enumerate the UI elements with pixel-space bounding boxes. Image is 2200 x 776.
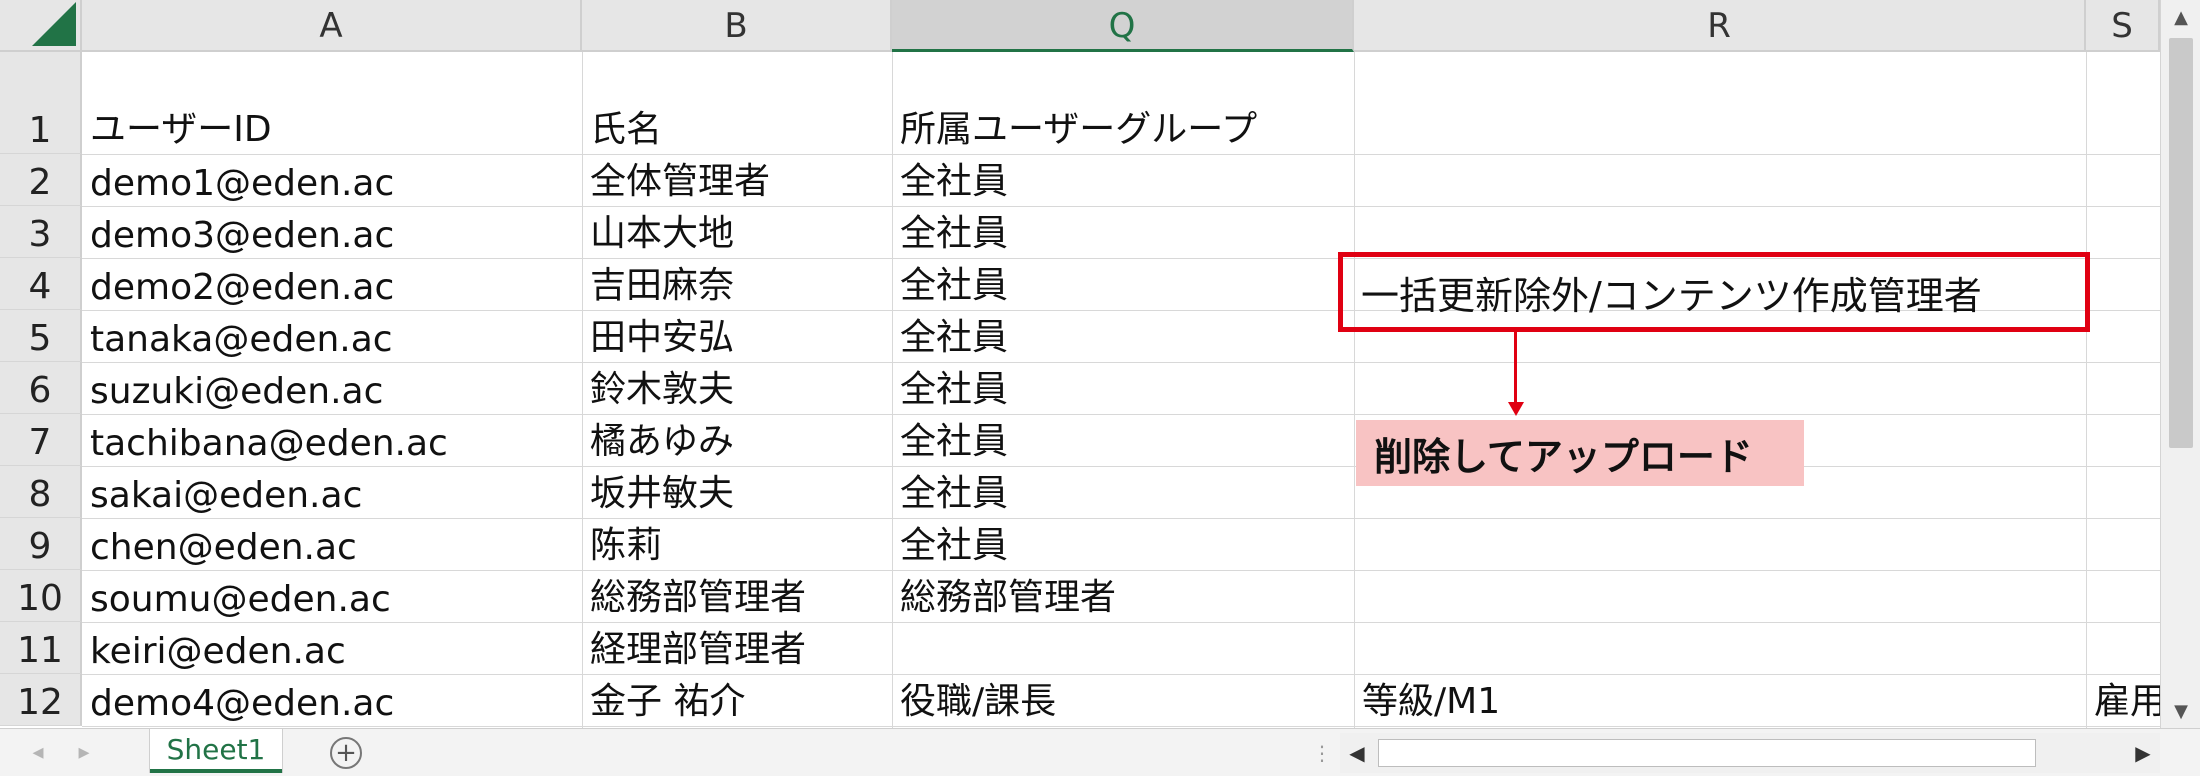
cell-a3[interactable]: demo3@eden.ac xyxy=(84,206,582,258)
row-header-2[interactable]: 2 xyxy=(0,154,82,206)
cell-q12[interactable]: 役職/課長 xyxy=(894,674,1354,726)
vertical-scroll-thumb[interactable] xyxy=(2169,38,2193,448)
previous-sheet-icon[interactable]: ◂ xyxy=(24,737,52,767)
cell-b5[interactable]: 田中安弘 xyxy=(584,310,892,362)
cell-a2[interactable]: demo1@eden.ac xyxy=(84,154,582,206)
cell-b10[interactable]: 総務部管理者 xyxy=(584,570,892,622)
cell-a8[interactable]: sakai@eden.ac xyxy=(84,466,582,518)
cell-s12[interactable]: 雇用 xyxy=(2088,674,2160,726)
horizontal-scrollbar[interactable]: ◀ ▶ xyxy=(1340,733,2160,773)
cell-b6[interactable]: 鈴木敦夫 xyxy=(584,362,892,414)
scroll-right-icon[interactable]: ▶ xyxy=(2126,733,2160,773)
cell-a10[interactable]: soumu@eden.ac xyxy=(84,570,582,622)
cell-q6[interactable]: 全社員 xyxy=(894,362,1354,414)
row-header-12[interactable]: 12 xyxy=(0,674,82,726)
row-header-1[interactable]: 1 xyxy=(0,52,82,154)
column-header-r[interactable]: R xyxy=(1354,0,2086,52)
cell-q10[interactable]: 総務部管理者 xyxy=(894,570,1354,622)
cell-a6[interactable]: suzuki@eden.ac xyxy=(84,362,582,414)
row-header-4[interactable]: 4 xyxy=(0,258,82,310)
cell-q3[interactable]: 全社員 xyxy=(894,206,1354,258)
scroll-up-icon[interactable]: ▲ xyxy=(2161,0,2200,34)
scroll-left-icon[interactable]: ◀ xyxy=(1340,733,1374,773)
tab-split-handle-icon[interactable]: ⋮ xyxy=(1312,741,1332,765)
spreadsheet-grid: A B Q R S 1 2 3 4 5 6 7 8 9 10 11 12 ユーザ… xyxy=(0,0,2160,728)
cell-a12[interactable]: demo4@eden.ac xyxy=(84,674,582,726)
cell-a5[interactable]: tanaka@eden.ac xyxy=(84,310,582,362)
row-header-6[interactable]: 6 xyxy=(0,362,82,414)
cell-a11[interactable]: keiri@eden.ac xyxy=(84,622,582,674)
cell-b12[interactable]: 金子 祐介 xyxy=(584,674,892,726)
cell-b1[interactable]: 氏名 xyxy=(584,52,892,154)
cell-q2[interactable]: 全社員 xyxy=(894,154,1354,206)
cell-q5[interactable]: 全社員 xyxy=(894,310,1354,362)
row-header-7[interactable]: 7 xyxy=(0,414,82,466)
cell-b8[interactable]: 坂井敏夫 xyxy=(584,466,892,518)
row-header-5[interactable]: 5 xyxy=(0,310,82,362)
column-header-b[interactable]: B xyxy=(582,0,892,52)
column-header-s[interactable]: S xyxy=(2086,0,2160,52)
column-header-q[interactable]: Q xyxy=(892,0,1354,52)
cell-q1[interactable]: 所属ユーザーグループ xyxy=(894,52,1354,154)
annotation-highlight-box: 一括更新除外/コンテンツ作成管理者 xyxy=(1338,252,2090,332)
cell-b11[interactable]: 経理部管理者 xyxy=(584,622,892,674)
annotation-arrow-head xyxy=(1508,402,1524,416)
cell-b3[interactable]: 山本大地 xyxy=(584,206,892,258)
sheet-tab-bar: ◂ ▸ Sheet1 + ⋮ ◀ ▶ xyxy=(0,728,2200,776)
cell-b9[interactable]: 陈莉 xyxy=(584,518,892,570)
cell-a7[interactable]: tachibana@eden.ac xyxy=(84,414,582,466)
select-all-corner[interactable] xyxy=(0,0,82,52)
row-header-11[interactable]: 11 xyxy=(0,622,82,674)
cell-a4[interactable]: demo2@eden.ac xyxy=(84,258,582,310)
sheet-tab-sheet1[interactable]: Sheet1 xyxy=(150,729,282,773)
cell-b2[interactable]: 全体管理者 xyxy=(584,154,892,206)
cell-b4[interactable]: 吉田麻奈 xyxy=(584,258,892,310)
horizontal-scroll-thumb[interactable] xyxy=(1378,739,2036,767)
next-sheet-icon[interactable]: ▸ xyxy=(70,737,98,767)
cell-a1[interactable]: ユーザーID xyxy=(84,52,582,154)
cell-q9[interactable]: 全社員 xyxy=(894,518,1354,570)
cell-a9[interactable]: chen@eden.ac xyxy=(84,518,582,570)
row-header-8[interactable]: 8 xyxy=(0,466,82,518)
cell-r12[interactable]: 等級/M1 xyxy=(1356,674,2086,726)
column-header-a[interactable]: A xyxy=(82,0,582,52)
add-sheet-icon[interactable]: + xyxy=(330,737,362,769)
scroll-down-icon[interactable]: ▼ xyxy=(2161,694,2200,728)
cell-b7[interactable]: 橘あゆみ xyxy=(584,414,892,466)
cell-q7[interactable]: 全社員 xyxy=(894,414,1354,466)
annotation-label: 削除してアップロード xyxy=(1356,420,1804,486)
cell-q4[interactable]: 全社員 xyxy=(894,258,1354,310)
annotation-arrow-line xyxy=(1514,332,1517,404)
row-header-3[interactable]: 3 xyxy=(0,206,82,258)
row-header-9[interactable]: 9 xyxy=(0,518,82,570)
row-header-10[interactable]: 10 xyxy=(0,570,82,622)
cell-q8[interactable]: 全社員 xyxy=(894,466,1354,518)
vertical-scrollbar[interactable]: ▲ ▼ xyxy=(2160,0,2200,728)
